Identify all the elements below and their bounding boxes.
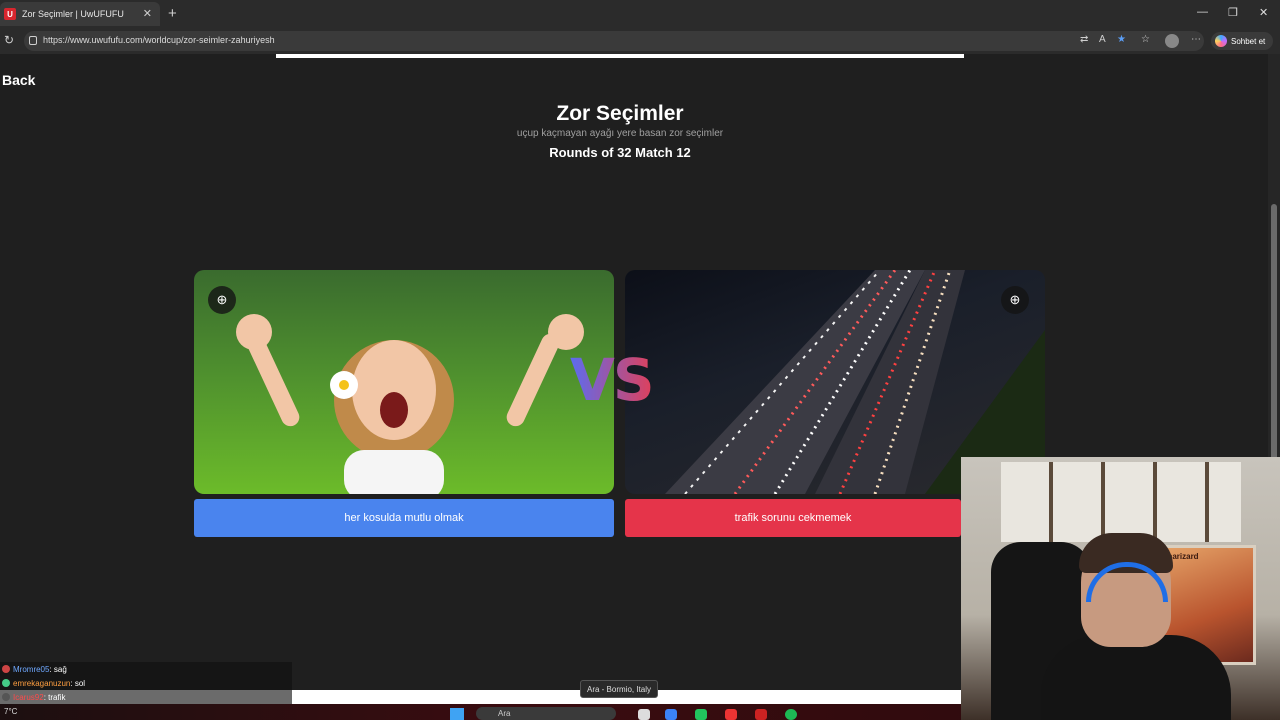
obs-icon[interactable] (755, 709, 767, 720)
chat-message: Mromre05 : sağ (0, 662, 292, 676)
tab-title: Zor Seçimler | UwUFUFU (22, 9, 124, 19)
stream-chat-overlay: Mromre05 : sağ emrekaganuzun : sol Icaru… (0, 662, 292, 704)
close-tab-icon[interactable]: ✕ (143, 7, 152, 20)
chat-badge-icon (2, 679, 10, 687)
webcam-overlay: k Charizard (961, 457, 1280, 720)
favorites-icon[interactable]: ☆ (1141, 34, 1150, 45)
chat-text: : trafik (43, 692, 66, 702)
taskbar-search[interactable]: Ara (476, 707, 616, 720)
chat-text: : sol (70, 678, 86, 688)
file-explorer-icon[interactable] (638, 709, 650, 720)
chrome-icon[interactable] (695, 709, 707, 720)
browser-tab[interactable]: U Zor Seçimler | UwUFUFU ✕ (0, 2, 160, 26)
zoom-in-icon[interactable]: ⊕ (208, 286, 236, 314)
reload-icon[interactable]: ↻ (4, 33, 14, 47)
page-title: Zor Seçimler (556, 102, 684, 125)
close-window-icon[interactable]: ✕ (1259, 6, 1268, 19)
zoom-in-icon[interactable]: ⊕ (1001, 286, 1029, 314)
favorite-star-icon[interactable]: ★ (1117, 34, 1126, 45)
copilot-icon (1215, 35, 1227, 47)
address-bar-row: ↻ https://www.uwufufu.com/worldcup/zor-s… (0, 28, 1280, 54)
copilot-label: Sohbet et (1231, 36, 1266, 46)
spotify-icon[interactable] (785, 709, 797, 720)
lock-icon[interactable] (29, 36, 37, 45)
new-tab-icon[interactable]: + (168, 5, 177, 22)
tab-bar: U Zor Seçimler | UwUFUFU ✕ + — ❐ ✕ (0, 0, 1280, 28)
streamer-body (1041, 635, 1231, 720)
shoji-screen (1001, 462, 1241, 542)
profile-avatar[interactable] (1165, 34, 1179, 48)
page-subtitle: uçup kaçmayan ayağı yere basan zor seçim… (516, 128, 724, 139)
chat-message: emrekaganuzun : sol (0, 676, 292, 690)
right-choice-button[interactable]: trafik sorunu cekmemek (625, 499, 961, 537)
minimize-icon[interactable]: — (1197, 6, 1208, 18)
left-choice-button[interactable]: her kosulda mutlu olmak (194, 499, 614, 537)
chat-user: emrekaganuzun (13, 678, 71, 688)
translate-icon[interactable]: ⇄ (1080, 34, 1088, 45)
weather-tooltip: Ara - Bormio, Italy (580, 680, 659, 698)
app-icon[interactable] (725, 709, 737, 720)
chat-text: : sağ (49, 664, 67, 674)
chat-user: Icarus92 (13, 692, 44, 702)
progress-bar (276, 54, 964, 58)
chat-user: Mromre05 (13, 664, 50, 674)
vs-label: VS (570, 346, 655, 414)
back-button[interactable]: Back (2, 72, 35, 88)
chat-badge-icon (2, 693, 10, 701)
chat-message: Icarus92 : trafik (0, 690, 292, 704)
copilot-button[interactable]: Sohbet et (1211, 32, 1273, 50)
url-text[interactable]: https://www.uwufufu.com/worldcup/zor-sei… (43, 35, 275, 45)
restore-icon[interactable]: ❐ (1228, 6, 1238, 19)
uwufufu-favicon-icon: U (4, 8, 16, 20)
read-aloud-icon[interactable]: A (1099, 34, 1106, 45)
round-label: Rounds of 32 Match 12 (549, 145, 691, 160)
address-bar[interactable]: https://www.uwufufu.com/worldcup/zor-sei… (24, 31, 1204, 51)
happy-girl-illustration (236, 314, 584, 494)
left-choice-image[interactable]: ⊕ (194, 270, 614, 494)
weather-temperature[interactable]: 7°C (4, 707, 17, 716)
more-menu-icon[interactable]: ⋯ (1191, 34, 1201, 45)
edge-icon[interactable] (665, 709, 677, 720)
windows-start-icon[interactable] (450, 708, 464, 720)
chat-badge-icon (2, 665, 10, 673)
